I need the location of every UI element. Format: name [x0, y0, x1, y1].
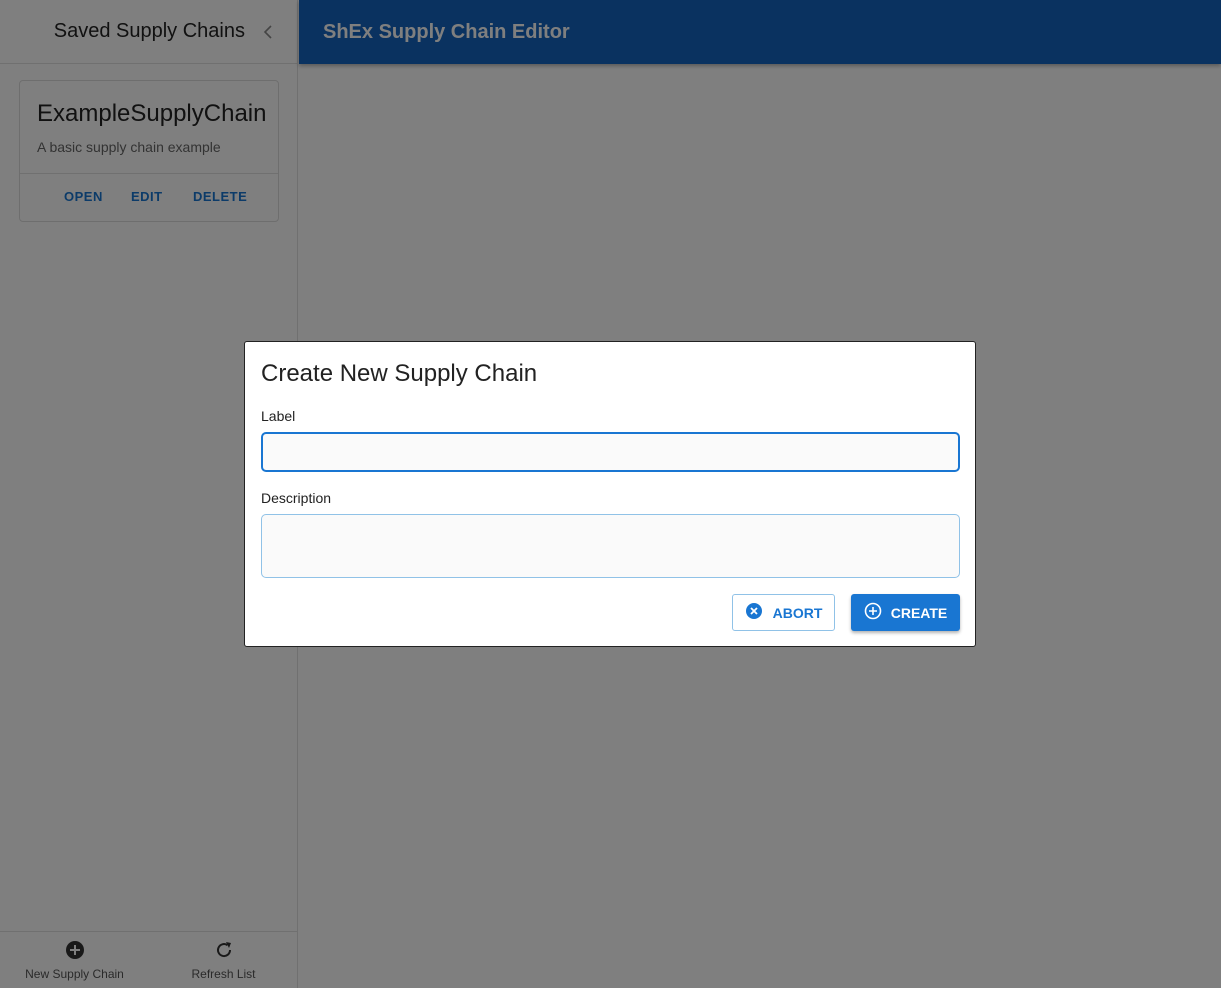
description-input[interactable]: [261, 514, 960, 578]
create-supply-chain-dialog: Create New Supply Chain Label Descriptio…: [244, 341, 976, 647]
create-button[interactable]: CREATE: [851, 594, 960, 631]
label-field-label: Label: [261, 408, 296, 424]
abort-label: ABORT: [772, 604, 823, 621]
description-field-label: Description: [261, 490, 332, 506]
abort-button[interactable]: ABORT: [732, 594, 835, 631]
create-label: CREATE: [890, 604, 948, 621]
dialog-title: Create New Supply Chain: [261, 360, 538, 387]
add-circle-outline-icon: [864, 602, 882, 623]
label-input[interactable]: [261, 432, 960, 472]
cancel-circle-icon: [745, 602, 763, 623]
